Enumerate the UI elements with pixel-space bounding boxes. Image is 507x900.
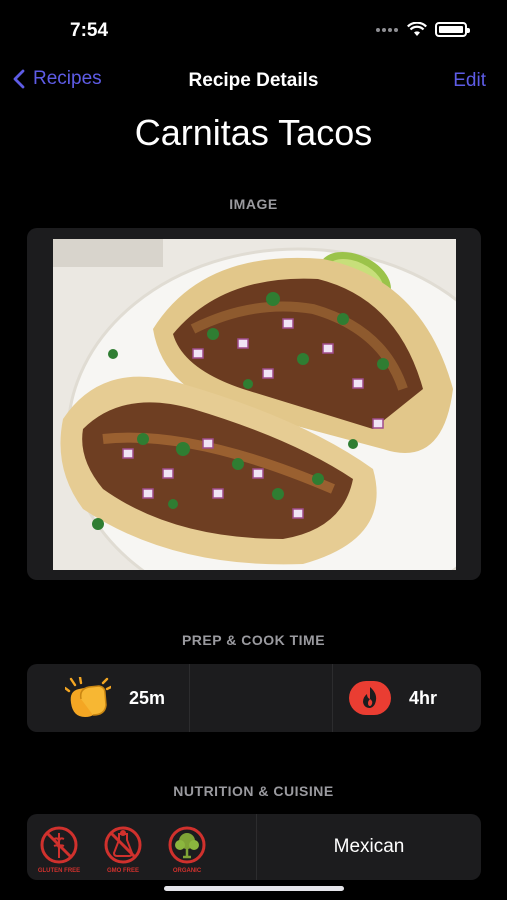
nav-title: Recipe Details: [188, 70, 319, 91]
gmo-free-icon: GMO FREE: [104, 826, 142, 874]
prep-time: 25m: [65, 664, 165, 732]
recipe-title: Carnitas Tacos: [134, 112, 373, 153]
image-card: [27, 228, 481, 580]
cuisine-value: Mexican: [333, 836, 405, 857]
organic-label: ORGANIC: [173, 868, 202, 874]
navigation-bar: Recipes Recipe Details Edit: [0, 62, 507, 100]
battery-icon: [435, 22, 470, 37]
divider: [332, 664, 333, 732]
section-header-prep-cook: PREP & COOK TIME: [181, 632, 326, 648]
prep-cook-card: 25m 4hr: [27, 664, 481, 732]
section-header-image: IMAGE: [229, 196, 278, 212]
recipe-photo[interactable]: [53, 239, 456, 570]
section-header-nutrition-cuisine: NUTRITION & CUISINE: [173, 783, 334, 799]
organic-badge: ORGANIC: [161, 824, 213, 874]
tacos-illustration: [53, 239, 456, 570]
wifi-icon: [407, 22, 427, 36]
fire-icon: [349, 681, 391, 715]
status-bar: 7:54: [0, 0, 507, 60]
clapping-hands-icon: [65, 677, 111, 717]
status-time: 7:54: [70, 20, 109, 41]
organic-icon: ORGANIC: [168, 826, 206, 874]
edit-button[interactable]: Edit: [453, 70, 486, 92]
divider: [189, 664, 190, 732]
status-icons: [375, 22, 470, 37]
cook-time: 4hr: [349, 664, 437, 732]
gluten-free-icon: GLUTEN FREE: [38, 826, 80, 874]
signal-icon: [376, 27, 398, 32]
cook-time-value: 4hr: [409, 687, 438, 708]
gluten-free-badge: GLUTEN FREE: [33, 824, 85, 874]
gluten-free-label: GLUTEN FREE: [38, 868, 80, 874]
gmo-free-label: GMO FREE: [107, 868, 139, 874]
nutrition-cuisine-card: GLUTEN FREE GMO FREE ORGANIC Mexican: [27, 814, 481, 880]
home-indicator[interactable]: [164, 886, 344, 891]
prep-time-value: 25m: [129, 687, 166, 708]
gmo-free-badge: GMO FREE: [97, 824, 149, 874]
